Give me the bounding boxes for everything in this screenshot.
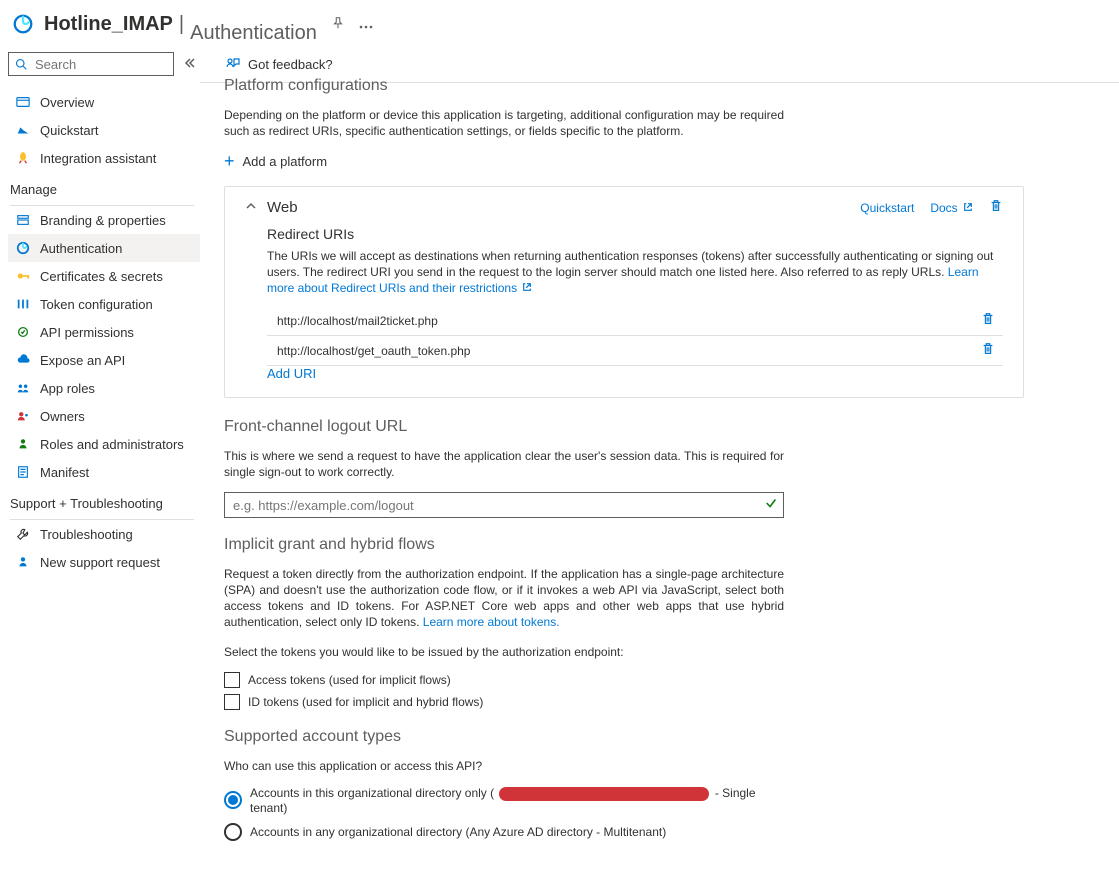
account-types-heading: Supported account types [224,728,784,746]
sidebar-item-quickstart[interactable]: Quickstart [8,116,200,144]
docs-link[interactable]: Docs [930,201,973,215]
add-platform-button[interactable]: + Add a platform [224,151,1099,172]
redirect-uri-row[interactable]: http://localhost/get_oauth_token.php [267,336,1003,366]
search-icon [15,58,27,70]
sidebar-item-owners[interactable]: Owners [8,402,200,430]
access-tokens-checkbox[interactable]: Access tokens (used for implicit flows) [224,672,784,688]
delete-uri-button[interactable] [977,342,999,359]
page-header: Hotline_IMAP | Authentication [0,0,1119,44]
redirect-uri-row[interactable]: http://localhost/mail2ticket.php [267,306,1003,336]
owners-icon [14,409,32,423]
sidebar-item-branding[interactable]: Branding & properties [8,206,200,234]
sidebar-item-integration[interactable]: Integration assistant [8,144,200,172]
delete-platform-button[interactable] [989,199,1003,216]
delete-uri-button[interactable] [977,312,999,329]
card-title: Web [267,199,844,216]
id-tokens-checkbox[interactable]: ID tokens (used for implicit and hybrid … [224,694,784,710]
support-icon [14,555,32,569]
quickstart-icon [14,123,32,137]
sidebar-item-manifest[interactable]: Manifest [8,458,200,486]
sidebar-item-api-permissions[interactable]: API permissions [8,318,200,346]
learn-tokens-link[interactable]: Learn more about tokens. [423,615,560,629]
search-input[interactable] [8,52,174,76]
platform-config-desc: Depending on the platform or device this… [224,107,784,139]
sidebar-item-expose-api[interactable]: Expose an API [8,346,200,374]
external-link-icon [963,202,973,212]
redacted-tenant-name [499,787,709,801]
auth-icon [14,241,32,255]
admin-icon [14,437,32,451]
select-tokens-label: Select the tokens you would like to be i… [224,644,784,660]
rocket-icon [14,151,32,165]
page-title: Hotline_IMAP | Authentication [44,4,317,45]
app-logo-icon [12,13,34,35]
pin-icon[interactable] [331,16,345,33]
sidebar-group-manage: Manage [8,172,200,201]
external-link-icon [522,282,532,292]
api-icon [14,325,32,339]
sidebar-item-troubleshooting[interactable]: Troubleshooting [8,520,200,548]
sidebar-item-app-roles[interactable]: App roles [8,374,200,402]
wrench-icon [14,527,32,541]
logout-desc: This is where we send a request to have … [224,448,784,480]
sidebar-item-authentication[interactable]: Authentication [8,234,200,262]
sliders-icon [14,297,32,311]
sidebar-item-token-config[interactable]: Token configuration [8,290,200,318]
redirect-uris-heading: Redirect URIs [267,226,1003,242]
account-types-desc: Who can use this application or access t… [224,758,784,774]
sidebar-item-overview[interactable]: Overview [8,88,200,116]
sidebar-item-new-support[interactable]: New support request [8,548,200,576]
implicit-heading: Implicit grant and hybrid flows [224,536,784,554]
manifest-icon [14,465,32,479]
sidebar: Overview Quickstart Integration assistan… [0,44,200,869]
web-platform-card: Web Quickstart Docs Redirect URIs The UR… [224,186,1024,398]
cloud-icon [14,353,32,367]
collapse-sidebar-icon[interactable] [184,57,196,72]
feedback-icon [224,56,240,72]
branding-icon [14,213,32,227]
main-content: Got feedback? Platform configurations De… [200,44,1119,869]
collapse-card-icon[interactable] [245,200,257,215]
sidebar-item-roles-admins[interactable]: Roles and administrators [8,430,200,458]
sidebar-item-certificates[interactable]: Certificates & secrets [8,262,200,290]
implicit-desc: Request a token directly from the author… [224,566,784,630]
people-icon [14,381,32,395]
add-uri-button[interactable]: Add URI [267,366,316,381]
plus-icon: + [224,151,235,172]
redirect-uris-desc: The URIs we will accept as destinations … [267,248,1003,296]
logout-url-input[interactable] [224,492,784,518]
check-icon [764,496,778,513]
sidebar-group-support: Support + Troubleshooting [8,486,200,515]
key-icon [14,269,32,283]
platform-config-heading: Platform configurations [224,77,1099,95]
quickstart-link[interactable]: Quickstart [860,201,914,215]
logout-heading: Front-channel logout URL [224,418,784,436]
account-type-single-tenant[interactable]: Accounts in this organizational director… [224,786,784,815]
more-icon[interactable] [359,17,373,32]
overview-icon [14,95,32,109]
account-type-multitenant[interactable]: Accounts in any organizational directory… [224,823,784,841]
